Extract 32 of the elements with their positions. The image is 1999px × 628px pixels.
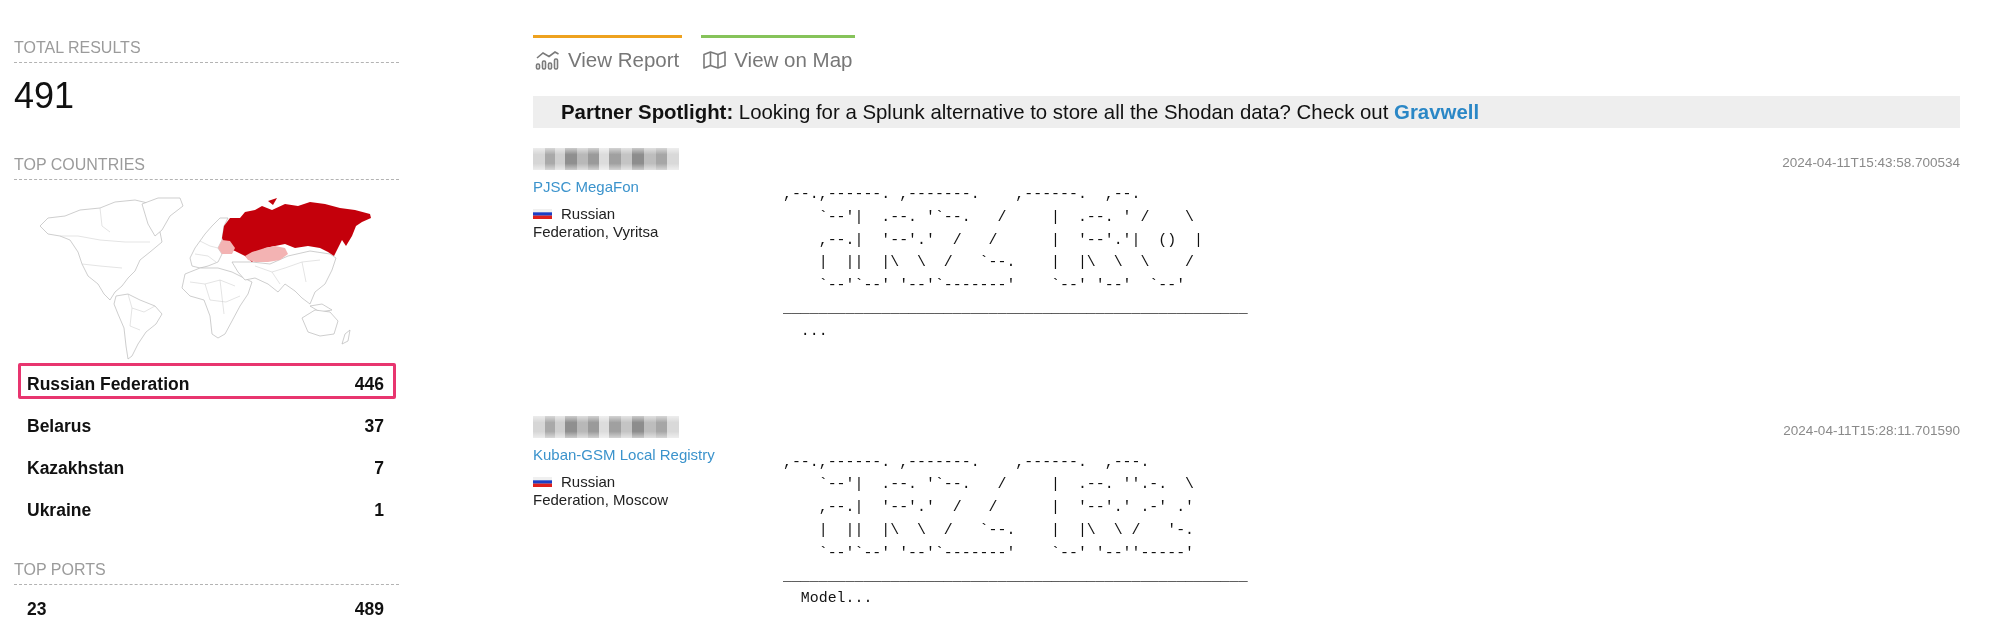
report-tab[interactable]: View on Map <box>701 35 856 76</box>
location-text: Russian <box>561 205 616 223</box>
flag-icon <box>533 209 552 219</box>
country-name: Belarus <box>27 416 92 436</box>
organization-link[interactable]: PJSC MegaFon <box>533 178 639 196</box>
country-name: Kazakhstan <box>27 458 125 478</box>
country-name: Ukraine <box>27 500 92 520</box>
map-icon <box>703 50 727 69</box>
banner-text: ,--.,------. ,-------. ,------. ,--. `--'| .--. '`--. / | .--. ' / \ ,--.| '--'.' / / | '--'.'| () | | || |\ \ / `--. | |\ \ \ / `--'`--' '--'`-------' `--' '--' `--' ____________________________________________________ ... <box>783 185 1248 341</box>
flag-icon <box>533 476 552 487</box>
partner-link[interactable]: Gravwell <box>1394 100 1480 123</box>
location-text: Federation, Vyritsa <box>533 223 659 241</box>
section-heading: TOTAL RESULTS <box>14 39 141 57</box>
result-count: 1 <box>374 500 384 520</box>
section-heading: TOP COUNTRIES <box>14 156 145 174</box>
result-count: 7 <box>374 458 384 478</box>
location-text: Federation, Moscow <box>533 490 669 509</box>
location-text: Russian <box>561 472 616 491</box>
result-count: 37 <box>364 416 384 436</box>
banner-text: ,--.,------. ,-------. ,------. ,---. `--'| .--. '`--. / | .--. ''.-. \ ,--.| '--'.' / / | '--'.' .-' .' | || |\ \ / `--. | |\ \ / '-. `--'`--' '--'`-------' `--' '--''-----' ____________________________________________________ Model... <box>783 452 1248 609</box>
total-count: 491 <box>14 76 75 116</box>
organization-link[interactable]: Kuban-GSM Local Registry <box>533 445 715 464</box>
bar-chart-icon <box>535 49 560 70</box>
report-tab[interactable]: View Report <box>533 35 683 76</box>
country-name: Russian Federation <box>27 374 190 394</box>
timestamp: 2024-04-11T15:28:11.701590 <box>1783 422 1960 439</box>
result-count: 446 <box>354 374 384 394</box>
result-count: 489 <box>354 599 384 619</box>
port-number: 23 <box>27 599 47 619</box>
spotlight-text: Partner Spotlight: Looking for a Splunk alternative to store all the Shodan data? Check out Gravwell <box>561 100 1480 124</box>
timestamp: 2024-04-11T15:43:58.700534 <box>1782 155 1960 171</box>
section-heading: TOP PORTS <box>14 561 106 579</box>
